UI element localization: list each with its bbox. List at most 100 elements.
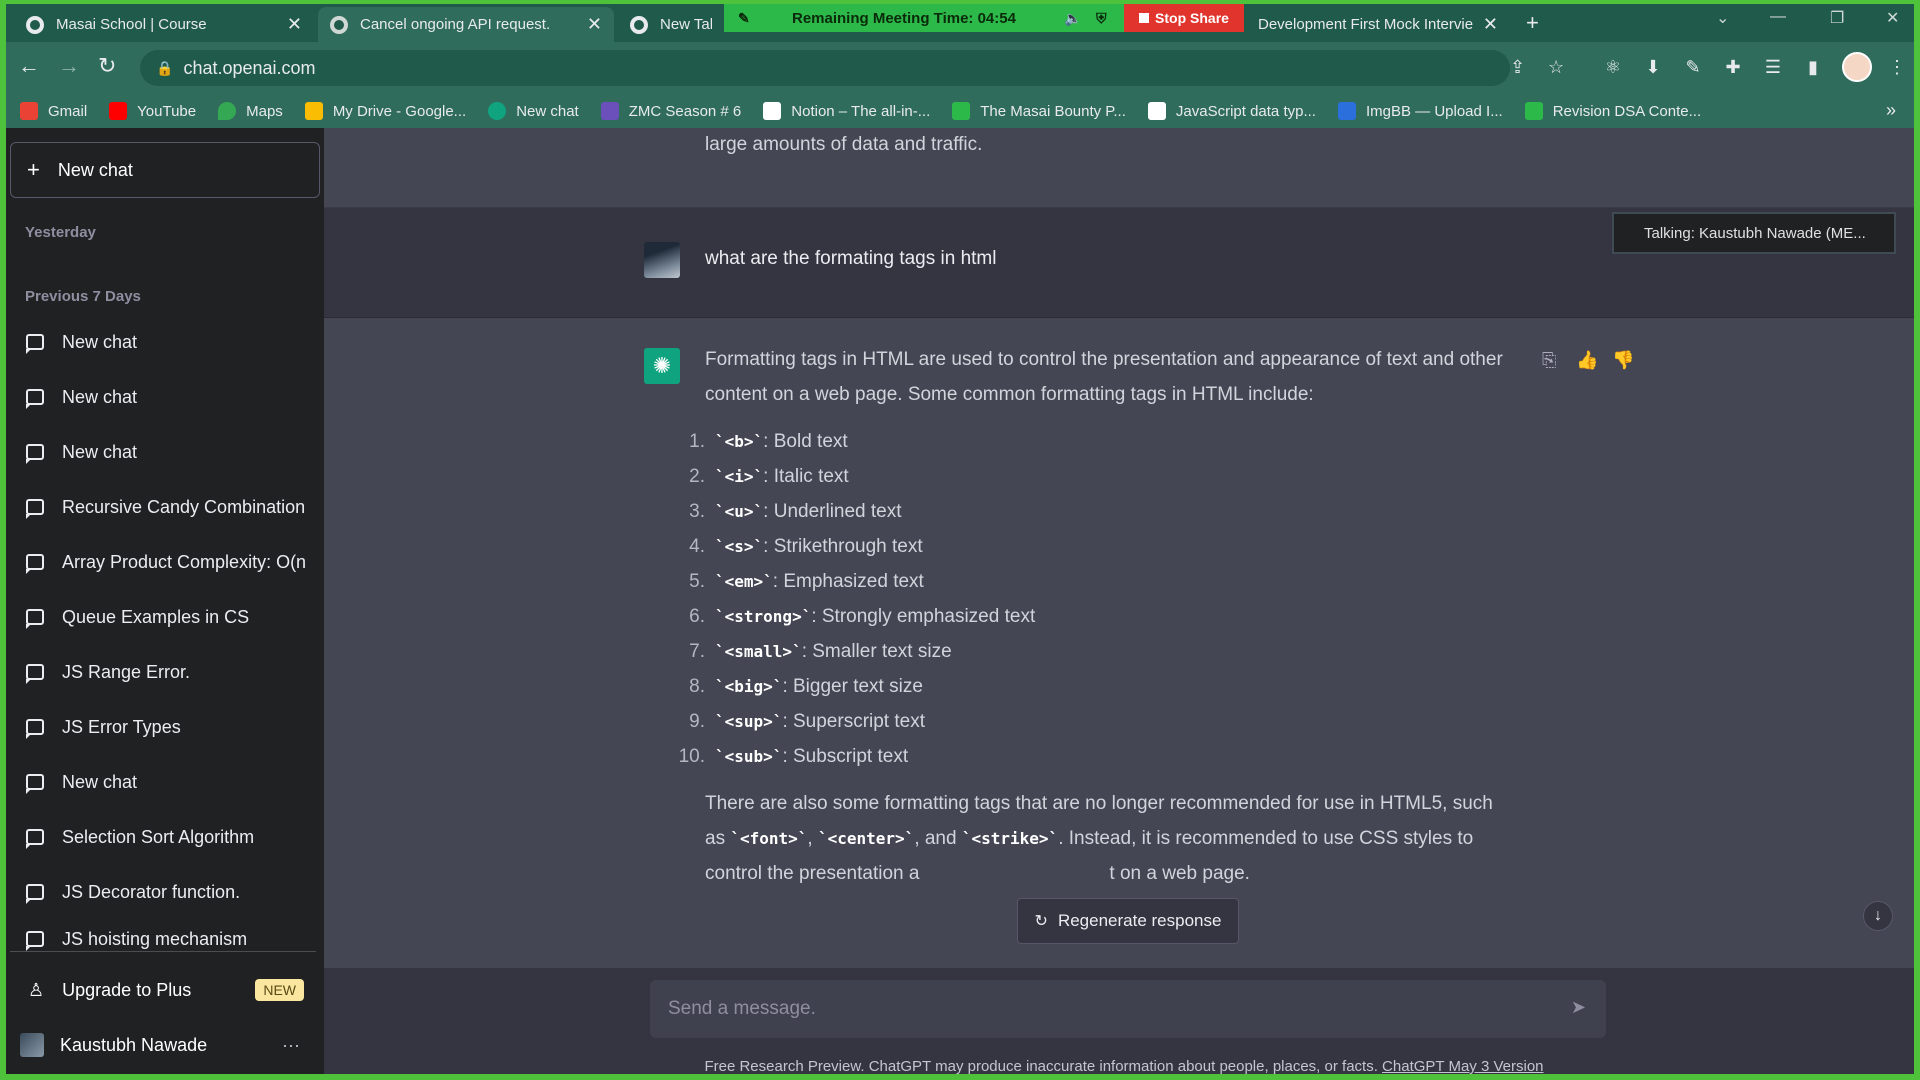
plus-icon: +	[27, 157, 40, 182]
new-badge: NEW	[255, 979, 304, 1001]
list-icon	[600, 102, 619, 120]
pen-extension-icon[interactable]: ✎	[1682, 56, 1704, 78]
tab-masai[interactable]: Masai School | Course ✕	[14, 7, 314, 42]
bookmark-zmc[interactable]: ZMC Season # 6	[600, 102, 741, 120]
maps-icon	[218, 102, 237, 120]
speaker-icon[interactable]: 🔈	[1064, 10, 1081, 27]
send-icon[interactable]: ➤	[1571, 997, 1586, 1018]
sidebar-item-new-chat[interactable]: New chat	[10, 375, 316, 419]
side-panel-icon[interactable]: ▮	[1802, 56, 1824, 78]
chat-bubble-icon	[26, 884, 44, 904]
star-icon[interactable]: ☆	[1548, 57, 1564, 78]
thumbs-up-icon[interactable]: 👍	[1576, 350, 1598, 371]
sidebar-item-new-chat[interactable]: New chat	[10, 430, 316, 474]
youtube-icon	[109, 102, 128, 120]
close-window-icon[interactable]: ✕	[1886, 8, 1899, 28]
medium-icon	[1147, 102, 1166, 120]
sidebar-item-selection-sort[interactable]: Selection Sort Algorithm	[10, 815, 316, 859]
bookmark-gmail[interactable]: Gmail	[20, 102, 87, 120]
tab-mock-interview[interactable]: Development First Mock Intervie ✕	[1246, 7, 1510, 42]
lock-icon[interactable]: 🔒	[156, 60, 173, 77]
bookmark-masai-bounty[interactable]: The Masai Bounty P...	[952, 102, 1126, 120]
tab-cancel-api[interactable]: Cancel ongoing API request. ✕	[318, 7, 614, 42]
close-tab-icon[interactable]: ✕	[287, 14, 302, 35]
chat-bubble-icon	[26, 719, 44, 739]
url-text[interactable]: chat.openai.com	[183, 58, 315, 79]
sidebar-item-new-chat[interactable]: New chat	[10, 760, 316, 804]
avatar	[20, 1033, 44, 1057]
tab-search-icon[interactable]: ⌄	[1716, 8, 1729, 28]
user-account-button[interactable]: Kaustubh Nawade ···	[10, 1021, 316, 1069]
forward-icon[interactable]: →	[58, 55, 80, 77]
new-chat-button[interactable]: + New chat	[10, 142, 320, 198]
close-tab-icon[interactable]: ✕	[1483, 14, 1498, 35]
new-tab-icon[interactable]: +	[1526, 10, 1539, 36]
chat-bubble-icon	[26, 664, 44, 684]
shield-icon: ⛨	[1096, 9, 1107, 26]
reload-icon[interactable]: ↻	[98, 55, 116, 77]
message-input[interactable]	[668, 998, 1528, 1020]
bookmark-youtube[interactable]: YouTube	[109, 102, 196, 120]
sidebar-item-new-chat[interactable]: New chat	[10, 320, 316, 364]
sidebar-item-js-hoisting[interactable]: JS hoisting mechanism	[10, 925, 316, 951]
address-bar[interactable]: 🔒 chat.openai.com ⇪ ☆	[140, 50, 1564, 86]
list-item: 3. `<u>`: Underlined text	[689, 501, 902, 522]
previous-message-text: large amounts of data and traffic.	[705, 134, 983, 155]
bookmark-js-data-types[interactable]: JavaScript data typ...	[1147, 102, 1316, 120]
bookmark-notion[interactable]: Notion – The all-in-...	[763, 102, 930, 120]
bookmark-new-chat[interactable]: New chat	[488, 102, 579, 120]
chrome-favicon-icon	[630, 15, 648, 34]
minimize-icon[interactable]: —	[1770, 8, 1786, 26]
extensions-icon[interactable]: ✚	[1722, 56, 1744, 78]
more-options-icon[interactable]: ···	[282, 1035, 300, 1056]
copy-icon[interactable]: ⎘	[1542, 350, 1556, 371]
share-icon[interactable]: ⇪	[1510, 57, 1525, 78]
upgrade-to-plus-button[interactable]: ♙ Upgrade to Plus NEW	[10, 966, 316, 1014]
meeting-time-label: Remaining Meeting Time: 04:54	[792, 9, 1016, 27]
sidebar-divider	[10, 951, 316, 952]
stop-share-button[interactable]: Stop Share	[1124, 4, 1244, 32]
chat-bubble-icon	[26, 499, 44, 519]
close-tab-icon[interactable]: ✕	[587, 14, 602, 35]
chat-bubble-icon	[26, 554, 44, 574]
sidebar-item-js-range-error[interactable]: JS Range Error.	[10, 650, 316, 694]
bookmark-maps[interactable]: Maps	[218, 102, 283, 120]
scroll-down-icon[interactable]: ↓	[1863, 901, 1893, 931]
disclaimer: Free Research Preview. ChatGPT may produ…	[704, 1058, 1544, 1074]
more-bookmarks-icon[interactable]: »	[1886, 100, 1896, 121]
meeting-timer-bar: ✎ Remaining Meeting Time: 04:54 🔈 ⛨	[724, 4, 1124, 32]
chat-sidebar: + New chat Yesterday Previous 7 Days New…	[6, 128, 324, 1074]
sidebar-item-recursive-candy[interactable]: Recursive Candy Combination	[10, 485, 316, 529]
gmail-icon	[20, 102, 38, 120]
sidebar-item-array-product[interactable]: Array Product Complexity: O(n	[10, 540, 316, 584]
thumbs-down-icon[interactable]: 👎	[1612, 350, 1634, 371]
assistant-message-content: Formatting tags in HTML are used to cont…	[679, 342, 1505, 891]
message-input-box[interactable]: ➤	[650, 980, 1606, 1038]
download-icon[interactable]: ⬇	[1642, 56, 1664, 78]
sidebar-item-js-decorator[interactable]: JS Decorator function.	[10, 870, 316, 914]
composer: ➤ Free Research Preview. ChatGPT may pro…	[324, 968, 1914, 1074]
sidebar-item-js-error-types[interactable]: JS Error Types	[10, 705, 316, 749]
browser-window: Masai School | Course ✕ Cancel ongoing A…	[6, 4, 1914, 1074]
chat-bubble-icon	[26, 829, 44, 849]
back-icon[interactable]: ←	[18, 55, 40, 77]
restore-icon[interactable]: ❐	[1830, 8, 1844, 28]
new-chat-label: New chat	[57, 159, 133, 180]
conversation-area: large amounts of data and traffic. what …	[324, 128, 1914, 1074]
sidebar-item-queue-examples[interactable]: Queue Examples in CS	[10, 595, 316, 639]
list-item: 8. `<big>`: Bigger text size	[689, 676, 923, 697]
tab-bar: Masai School | Course ✕ Cancel ongoing A…	[6, 4, 1914, 42]
bookmark-drive[interactable]: My Drive - Google...	[304, 102, 466, 120]
section-yesterday: Yesterday	[25, 224, 96, 241]
bookmark-revision-dsa[interactable]: Revision DSA Conte...	[1524, 102, 1701, 120]
profile-avatar[interactable]	[1842, 52, 1872, 82]
menu-icon[interactable]: ⋮	[1886, 56, 1908, 78]
media-control-icon[interactable]: ☰	[1762, 56, 1784, 78]
version-link[interactable]: ChatGPT May 3 Version	[1382, 1058, 1543, 1074]
pen-icon[interactable]: ✎	[738, 10, 750, 27]
list-item: 2. `<i>`: Italic text	[689, 466, 849, 487]
react-devtools-icon[interactable]: ⚛	[1602, 56, 1624, 78]
regenerate-response-button[interactable]: ↻ Regenerate response	[1017, 898, 1239, 944]
bookmark-imgbb[interactable]: ImgBB — Upload I...	[1337, 102, 1503, 120]
tab-new-tab[interactable]: New Tab	[618, 7, 724, 42]
